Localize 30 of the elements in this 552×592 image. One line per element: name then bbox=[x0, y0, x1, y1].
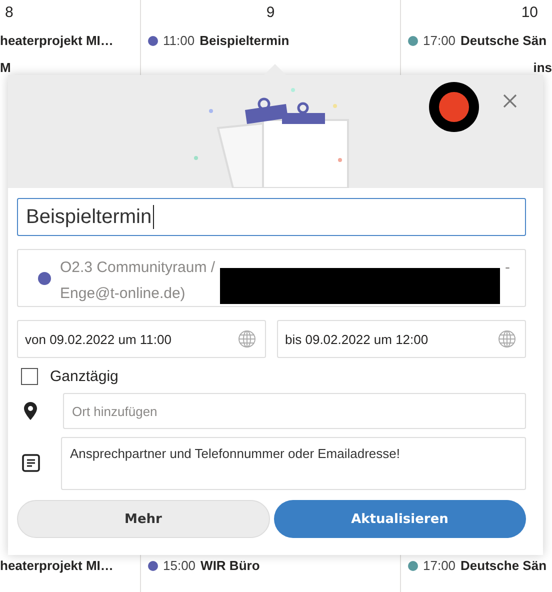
calendar-event[interactable]: heaterprojekt MI… bbox=[0, 558, 140, 573]
day-number: 9 bbox=[266, 4, 275, 21]
calendar-event[interactable]: 15:00 WIR Büro bbox=[141, 558, 400, 573]
calendar-name: - bbox=[505, 258, 510, 278]
update-button[interactable]: Aktualisieren bbox=[274, 500, 526, 538]
location-field[interactable]: Ort hinzufügen bbox=[63, 393, 526, 429]
all-day-checkbox[interactable] bbox=[21, 368, 38, 385]
calendar-name: O2.3 Communityraum / bbox=[60, 258, 216, 278]
calendar-selector[interactable]: O2.3 Communityraum / - Enge@t-online.de) bbox=[17, 249, 526, 307]
day-number: 10 bbox=[521, 4, 538, 21]
calendar-event[interactable]: heaterprojekt MI… bbox=[0, 33, 140, 48]
end-date-field[interactable]: bis 09.02.2022 um 12:00 bbox=[277, 320, 526, 358]
record-icon[interactable] bbox=[428, 81, 480, 133]
globe-icon[interactable] bbox=[498, 330, 516, 348]
start-date-field[interactable]: von 09.02.2022 um 11:00 bbox=[17, 320, 266, 358]
globe-icon[interactable] bbox=[238, 330, 256, 348]
calendar-event[interactable]: 17:00 Deutsche Sän bbox=[401, 33, 552, 48]
more-button[interactable]: Mehr bbox=[17, 500, 270, 538]
notes-icon bbox=[22, 454, 40, 472]
notes-field[interactable]: Ansprechpartner und Telefonnummer oder Emailadresse! bbox=[61, 437, 526, 490]
calendar-event[interactable]: 17:00 Deutsche Sän bbox=[401, 558, 552, 573]
title-field[interactable]: Beispieltermin bbox=[17, 198, 526, 236]
calendar-event[interactable]: ins bbox=[401, 60, 552, 75]
calendar-name: Enge@t-online.de) bbox=[60, 284, 186, 304]
day-number: 8 bbox=[5, 4, 14, 21]
all-day-label: Ganztägig bbox=[50, 368, 118, 385]
calendar-event[interactable]: 11:00 Beispieltermin bbox=[141, 33, 400, 48]
close-icon[interactable] bbox=[503, 94, 517, 108]
calendar-event[interactable]: M bbox=[0, 60, 140, 75]
location-pin-icon bbox=[24, 402, 37, 420]
